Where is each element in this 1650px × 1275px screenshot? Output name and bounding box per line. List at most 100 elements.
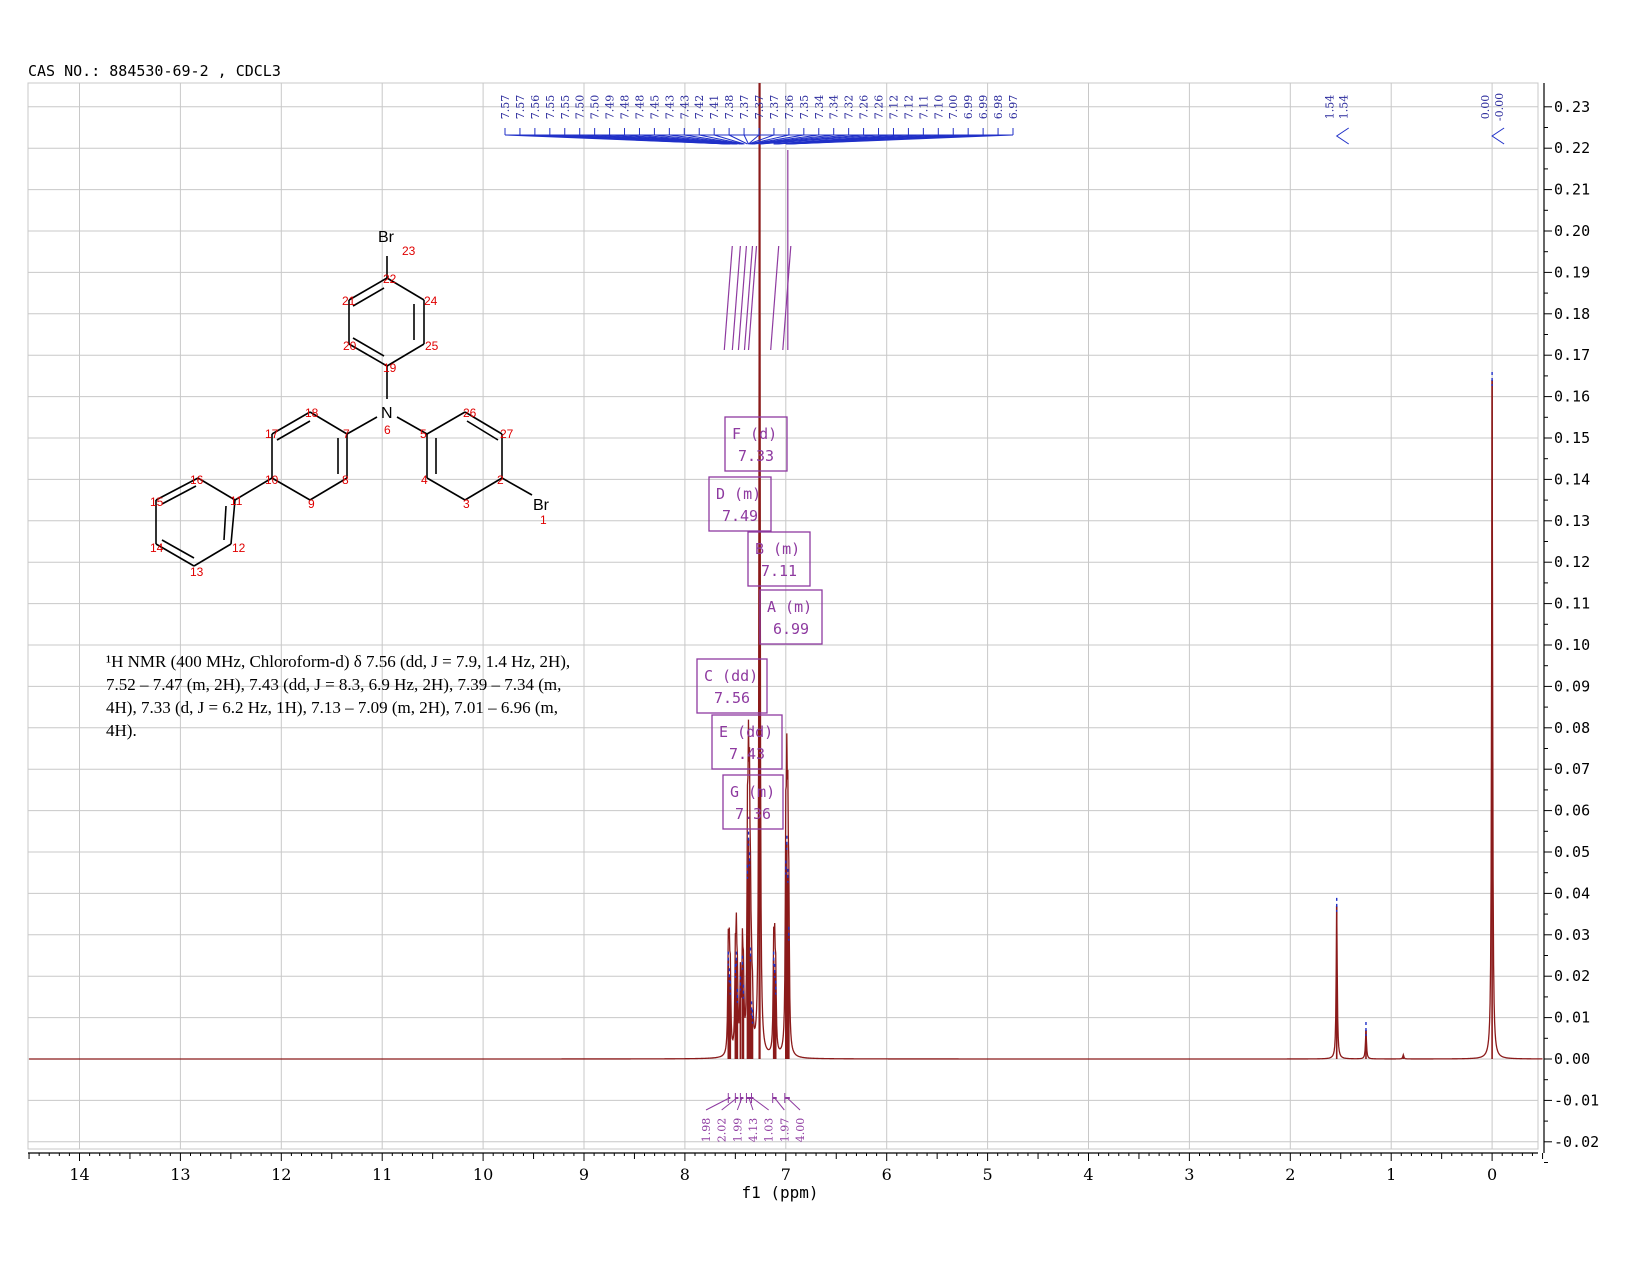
x-tick-label: 7 <box>781 1165 791 1184</box>
peak-label: 7.48 <box>619 95 632 120</box>
atom-number: 4 <box>421 473 428 487</box>
atom-number: 24 <box>424 294 438 308</box>
atom-number: 8 <box>342 473 349 487</box>
integral-connector <box>748 1097 754 1111</box>
y-tick-label: 0.01 <box>1554 1009 1590 1027</box>
multiplet-shift: 7.36 <box>735 805 771 823</box>
peak-bracket-small <box>1491 127 1505 145</box>
x-tick-label: 1 <box>1386 1165 1396 1184</box>
x-tick-label: 14 <box>69 1165 89 1184</box>
peak-label: 7.36 <box>783 95 796 120</box>
y-tick-label: 0.19 <box>1554 263 1590 281</box>
peak-pick-labels: 7.57 7.57 7.56 7.55 7.55 7.50 7.50 7.49 7.48 7.48… <box>499 93 1506 145</box>
y-tick-label: 0.12 <box>1554 553 1590 571</box>
multiplet-label: F (d) <box>732 425 777 443</box>
atom-number: 18 <box>305 406 319 420</box>
integral-step <box>747 245 758 351</box>
integral-value: 1.97 <box>778 1118 791 1143</box>
multiplet-label: G (m) <box>730 783 775 801</box>
integral-curves <box>723 150 792 351</box>
peak-label: 7.00 <box>947 95 960 120</box>
integral-connector <box>774 1097 785 1111</box>
multiplet-shift: 7.11 <box>761 562 797 580</box>
report-line-4: 4H). <box>106 721 137 740</box>
peak-label: 1.54 <box>1324 95 1337 120</box>
y-tick-label: 0.18 <box>1554 305 1590 323</box>
y-tick-label: 0.06 <box>1554 802 1590 820</box>
peak-label: 7.12 <box>902 95 915 120</box>
x-tick-label: 12 <box>271 1165 291 1184</box>
atom-number: 27 <box>500 427 514 441</box>
multiplet-label: D (m) <box>716 485 761 503</box>
y-tick-label: 0.08 <box>1554 719 1590 737</box>
plot-border <box>27 82 1539 1150</box>
atom-number: 12 <box>232 541 246 555</box>
integral-connector <box>736 1097 743 1111</box>
peak-label: 7.42 <box>693 95 706 120</box>
atom-number: 22 <box>383 272 397 286</box>
x-tick-label: 0 <box>1487 1165 1497 1184</box>
y-tick-label: 0.21 <box>1554 181 1590 199</box>
peak-label: 7.37 <box>753 95 766 120</box>
report-line-3: 4H), 7.33 (d, J = 6.2 Hz, 1H), 7.13 – 7.… <box>106 698 559 717</box>
multiplet-shift: 7.49 <box>722 507 758 525</box>
y-tick-label: -0.02 <box>1554 1133 1599 1151</box>
y-axis: 0.23 0.22 0.21 0.20 0.19 0.18 0.17 0.16 0.15 0.14… <box>1543 83 1599 1163</box>
nmr-report-text: ¹H NMR (400 MHz, Chloroform-d) δ 7.56 (d… <box>106 650 626 742</box>
x-tick-label: 9 <box>579 1165 589 1184</box>
peak-label: 7.45 <box>648 95 661 120</box>
y-tick-label: 0.09 <box>1554 677 1590 695</box>
y-tick-label: 0.13 <box>1554 512 1590 530</box>
peak-label: 6.98 <box>992 95 1005 120</box>
x-tick-label: 11 <box>372 1165 392 1184</box>
integral-step <box>723 245 733 351</box>
peak-label: 7.50 <box>589 95 602 120</box>
peak-label: 7.10 <box>932 95 945 120</box>
peak-label: 7.56 <box>529 95 542 120</box>
integral-value: 1.99 <box>731 1118 744 1143</box>
peak-label: 7.55 <box>559 95 572 120</box>
peak-label: 7.32 <box>843 95 856 120</box>
peak-label: 7.35 <box>798 95 811 120</box>
x-axis-title: f1 (ppm) <box>741 1183 818 1202</box>
grid-lines <box>28 83 1538 1149</box>
peak-label: 6.97 <box>1007 95 1020 120</box>
peak-markers <box>727 372 1493 1037</box>
atom-number: 13 <box>190 565 204 579</box>
multiplet-shift: 6.99 <box>773 620 809 638</box>
peak-label: 7.12 <box>887 95 900 120</box>
peak-label: 0.00 <box>1479 95 1492 120</box>
peak-label: 7.26 <box>873 95 886 120</box>
peak-label: 7.50 <box>574 95 587 120</box>
y-tick-label: 0.10 <box>1554 636 1590 654</box>
x-tick-label: 4 <box>1083 1165 1093 1184</box>
peak-label: 1.54 <box>1338 95 1351 120</box>
y-tick-label: 0.16 <box>1554 388 1590 406</box>
peak-bracket-small <box>1335 127 1349 145</box>
x-tick-label: 8 <box>680 1165 690 1184</box>
peak-label: 7.34 <box>828 95 841 120</box>
peak-label: 7.48 <box>633 95 646 120</box>
bromine-right-label: Br <box>533 497 550 514</box>
multiplet-label: E (dd) <box>719 723 773 741</box>
atom-number: 21 <box>342 294 356 308</box>
atom-number: 7 <box>343 427 350 441</box>
x-tick-label: 10 <box>473 1165 493 1184</box>
peak-label: 7.37 <box>768 95 781 120</box>
peak-label: 7.34 <box>813 95 826 120</box>
peak-label: 7.57 <box>514 95 527 120</box>
peak-label: 6.99 <box>962 95 975 120</box>
x-tick-label: 2 <box>1285 1165 1295 1184</box>
integral-value: 1.03 <box>763 1118 776 1143</box>
peak-label: 7.37 <box>738 95 751 120</box>
integral-connector <box>786 1097 801 1111</box>
y-tick-label: 0.17 <box>1554 346 1590 364</box>
y-tick-label: 0.20 <box>1554 222 1590 240</box>
peak-label: 7.43 <box>663 95 676 120</box>
molecule-structure: Br N Br <box>155 229 550 567</box>
integral-connector <box>705 1097 730 1111</box>
x-tick-label: 13 <box>170 1165 190 1184</box>
y-tick-label: 0.03 <box>1554 926 1590 944</box>
atom-number: 11 <box>230 494 243 508</box>
multiplet-label: A (m) <box>767 598 812 616</box>
